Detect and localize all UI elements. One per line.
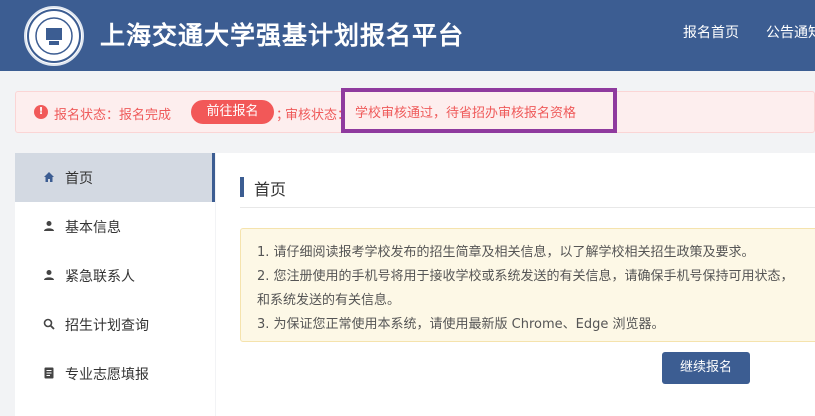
main-content: 首页 1. 请仔细阅读报考学校发布的招生简章及相关信息，以了解学校相关招生政策及… bbox=[216, 153, 815, 416]
review-status-highlight: 学校审核通过，待省招办审核报名资格 bbox=[341, 88, 617, 133]
search-icon bbox=[43, 318, 55, 330]
site-title: 上海交通大学强基计划报名平台 bbox=[100, 21, 465, 50]
sidebar-item-label: 首页 bbox=[65, 171, 93, 187]
sidebar-item-major-preference[interactable]: 专业志愿填报 bbox=[15, 349, 215, 398]
sidebar-item-enrollment-plan[interactable]: 招生计划查询 bbox=[15, 300, 215, 349]
header: 上海交通大学强基计划报名平台 报名首页 公告通知 bbox=[0, 0, 815, 71]
notice-line: 2. 您注册使用的手机号将用于接收学校或系统发送的有关信息，请确保手机号保持可用… bbox=[257, 269, 794, 284]
notice-line: 1. 请仔细阅读报考学校发布的招生简章及相关信息，以了解学校相关招生政策及要求。 bbox=[257, 245, 755, 260]
go-register-button[interactable]: 前往报名 bbox=[191, 100, 274, 124]
document-icon bbox=[44, 367, 54, 379]
continue-registration-button[interactable]: 继续报名 bbox=[662, 352, 750, 384]
notice-line: 和系统发送的有关信息。 bbox=[257, 293, 401, 308]
sidebar-item-emergency-contact[interactable]: 紧急联系人 bbox=[15, 251, 215, 300]
page-title: 首页 bbox=[254, 180, 287, 199]
user-icon bbox=[44, 221, 54, 231]
divider bbox=[240, 207, 815, 208]
sidebar-item-basic-info[interactable]: 基本信息 bbox=[15, 202, 215, 251]
user-icon bbox=[44, 270, 54, 280]
alert-icon: ! bbox=[34, 105, 48, 119]
nav-home[interactable]: 报名首页 bbox=[683, 22, 739, 42]
sidebar-item-label: 招生计划查询 bbox=[65, 318, 149, 334]
sidebar-item-label: 基本信息 bbox=[65, 220, 121, 236]
status-label: 报名状态：报名完成 bbox=[54, 108, 172, 123]
sidebar-item-label: 专业志愿填报 bbox=[65, 367, 149, 383]
university-logo bbox=[24, 6, 84, 66]
university-seal-icon bbox=[27, 9, 81, 63]
notice-box: 1. 请仔细阅读报考学校发布的招生简章及相关信息，以了解学校相关招生政策及要求。… bbox=[240, 228, 815, 342]
nav-announcements[interactable]: 公告通知 bbox=[766, 22, 815, 42]
home-icon bbox=[44, 172, 54, 182]
notice-line: 3. 为保证您正常使用本系统，请使用最新版 Chrome、Edge 浏览器。 bbox=[257, 317, 665, 332]
sidebar: 首页 基本信息 紧急联系人 招生计划查询 专业志愿填报 bbox=[15, 153, 215, 416]
sidebar-item-label: 紧急联系人 bbox=[65, 269, 135, 285]
review-value: 学校审核通过，待省招办审核报名资格 bbox=[355, 106, 577, 121]
title-accent bbox=[240, 177, 244, 197]
sidebar-item-home[interactable]: 首页 bbox=[15, 153, 215, 202]
